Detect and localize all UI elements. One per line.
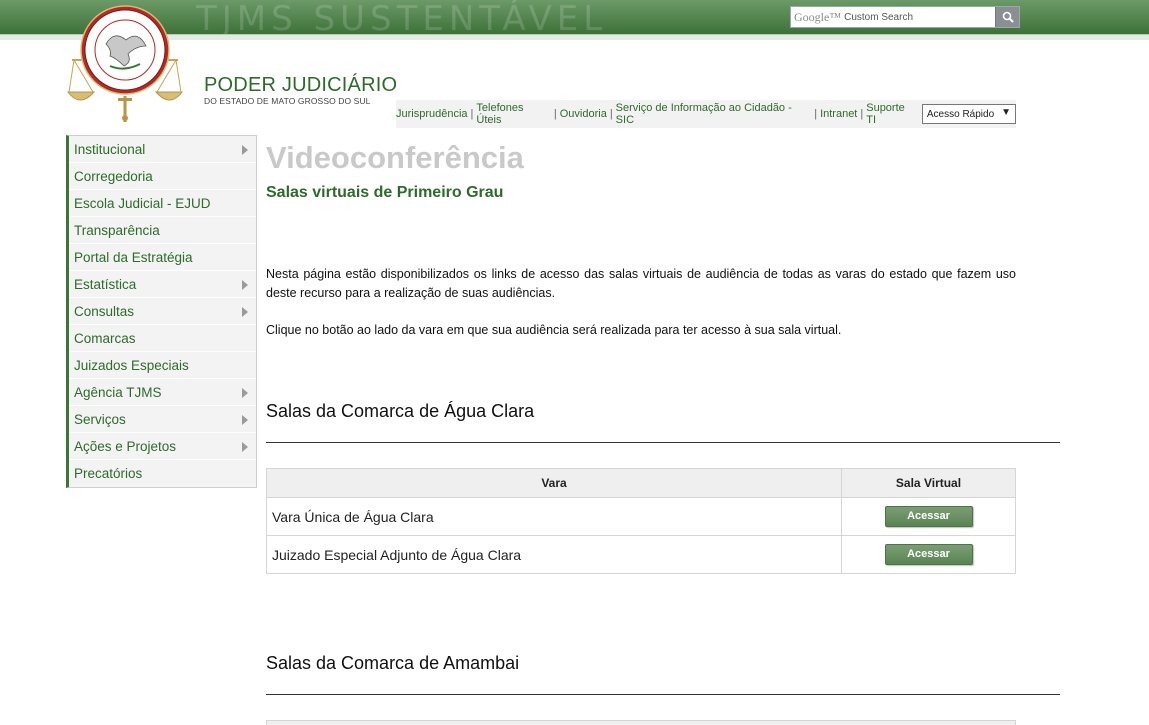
search-button[interactable] (995, 7, 1019, 27)
separator: | (814, 108, 818, 120)
org-brand[interactable]: PODER JUDICIÁRIO DO ESTADO DE MATO GROSS… (204, 74, 397, 106)
search-box[interactable]: Google™ (790, 6, 1020, 28)
utility-links-bar: Jurisprudência | Telefones Úteis | Ouvid… (396, 100, 1016, 128)
column-header-vara: Vara (266, 468, 842, 498)
submenu-arrow-icon (242, 307, 248, 317)
sidebar-item-label: Estatística (74, 276, 137, 292)
sidebar-item-label: Comarcas (74, 330, 136, 346)
section-title-agua-clara: Salas da Comarca de Água Clara (266, 401, 535, 421)
sidebar-item-institucional[interactable]: Institucional (69, 136, 256, 163)
search-input[interactable] (841, 7, 995, 27)
sidebar-item-corregedoria[interactable]: Corregedoria (69, 163, 256, 190)
sidebar-item-consultas[interactable]: Consultas (69, 298, 256, 325)
sidebar-item-servicos[interactable]: Serviços (69, 406, 256, 433)
sidebar-item-label: Institucional (74, 141, 146, 157)
sidebar-item-precatorios[interactable]: Precatórios (69, 460, 256, 487)
quick-access-select[interactable]: Acesso Rápido ▼ (921, 104, 1016, 124)
sidebar-item-label: Serviços (74, 411, 126, 427)
submenu-arrow-icon (242, 442, 248, 452)
acessar-button[interactable]: Acessar (884, 506, 973, 527)
separator: | (553, 108, 557, 120)
sidebar-item-transparencia[interactable]: Transparência (69, 217, 256, 244)
submenu-arrow-icon (242, 145, 248, 155)
submenu-arrow-icon (242, 415, 248, 425)
page-title: Videoconferência (266, 140, 524, 175)
link-telefones[interactable]: Telefones Úteis (476, 102, 550, 126)
table-row: Juizado Especial Adjunto de Água Clara A… (266, 535, 1016, 574)
page-subtitle: Salas virtuais de Primeiro Grau (266, 184, 504, 201)
sala-virtual-cell: Acessar (841, 497, 1016, 536)
section-divider (266, 442, 1060, 443)
main-content: Videoconferência Salas virtuais de Prime… (266, 140, 1060, 725)
sidebar-item-escola-judicial-ejud[interactable]: Escola Judicial - EJUD (69, 190, 256, 217)
sidebar-item-label: Corregedoria (74, 168, 153, 184)
submenu-arrow-icon (242, 280, 248, 290)
sidebar-item-label: Juizados Especiais (74, 357, 189, 373)
column-header-sala-virtual: Sala Virtual (841, 468, 1016, 498)
sidebar-item-label: Escola Judicial - EJUD (74, 195, 211, 211)
sidebar-item-estatistica[interactable]: Estatística (69, 271, 256, 298)
sidebar-item-comarcas[interactable]: Comarcas (69, 325, 256, 352)
sidebar-item-juizados-especiais[interactable]: Juizados Especiais (69, 352, 256, 379)
intro-paragraph: Nesta página estão disponibilizados os l… (266, 267, 1016, 300)
sala-virtual-cell: Acessar (841, 535, 1016, 574)
sidebar-item-label: Precatórios (74, 466, 143, 481)
table-header-row: Vara Sala Virtual (266, 468, 1016, 498)
search-icon (1002, 11, 1014, 23)
sidebar-menu: Institucional Corregedoria Escola Judicial… (66, 135, 257, 488)
section-divider (266, 694, 1060, 695)
sidebar-item-portal-da-estrategia[interactable]: Portal da Estratégia (69, 244, 256, 271)
vara-name: Juizado Especial Adjunto de Água Clara (266, 535, 842, 574)
vara-table-agua-clara: Vara Sala Virtual Vara Única de Água Cla… (266, 468, 1016, 574)
sidebar-item-label: Consultas (74, 303, 135, 319)
sidebar-item-label: Portal da Estratégia (74, 249, 193, 265)
court-seal-logo[interactable] (66, 0, 184, 124)
sidebar-item-acoes-e-projetos[interactable]: Ações e Projetos (69, 433, 256, 460)
dropdown-arrow-icon: ▼ (1001, 107, 1011, 118)
sidebar-item-label: Transparência (74, 222, 160, 238)
vara-table-amambai-header (266, 720, 1016, 725)
org-subtitle: DO ESTADO DE MATO GROSSO DO SUL (204, 96, 371, 106)
sidebar-item-label: Agência TJMS (74, 384, 162, 400)
link-intranet[interactable]: Intranet (820, 108, 857, 120)
sidebar-item-agencia-tjms[interactable]: Agência TJMS (69, 379, 256, 406)
link-ouvidoria[interactable]: Ouvidoria (560, 108, 607, 120)
separator: | (609, 108, 613, 120)
table-row: Vara Única de Água Clara Acessar (266, 497, 1016, 536)
google-brand: Google™ (794, 9, 842, 24)
acessar-button[interactable]: Acessar (884, 544, 973, 565)
link-suporte-ti[interactable]: Suporte TI (866, 102, 917, 126)
section-title-amambai: Salas da Comarca de Amambai (266, 653, 520, 673)
quick-access-value: Acesso Rápido (926, 108, 995, 120)
link-sic[interactable]: Serviço de Informação ao Cidadão - SIC (616, 102, 812, 126)
vara-name: Vara Única de Água Clara (266, 497, 842, 536)
separator: | (860, 108, 864, 120)
instruction-paragraph: Clique no botão ao lado da vara em que s… (266, 323, 842, 337)
separator: | (470, 108, 474, 120)
submenu-arrow-icon (242, 388, 248, 398)
link-jurisprudencia[interactable]: Jurisprudência (396, 108, 468, 120)
sidebar-item-label: Ações e Projetos (74, 438, 177, 454)
org-name: PODER JUDICIÁRIO (204, 74, 398, 96)
